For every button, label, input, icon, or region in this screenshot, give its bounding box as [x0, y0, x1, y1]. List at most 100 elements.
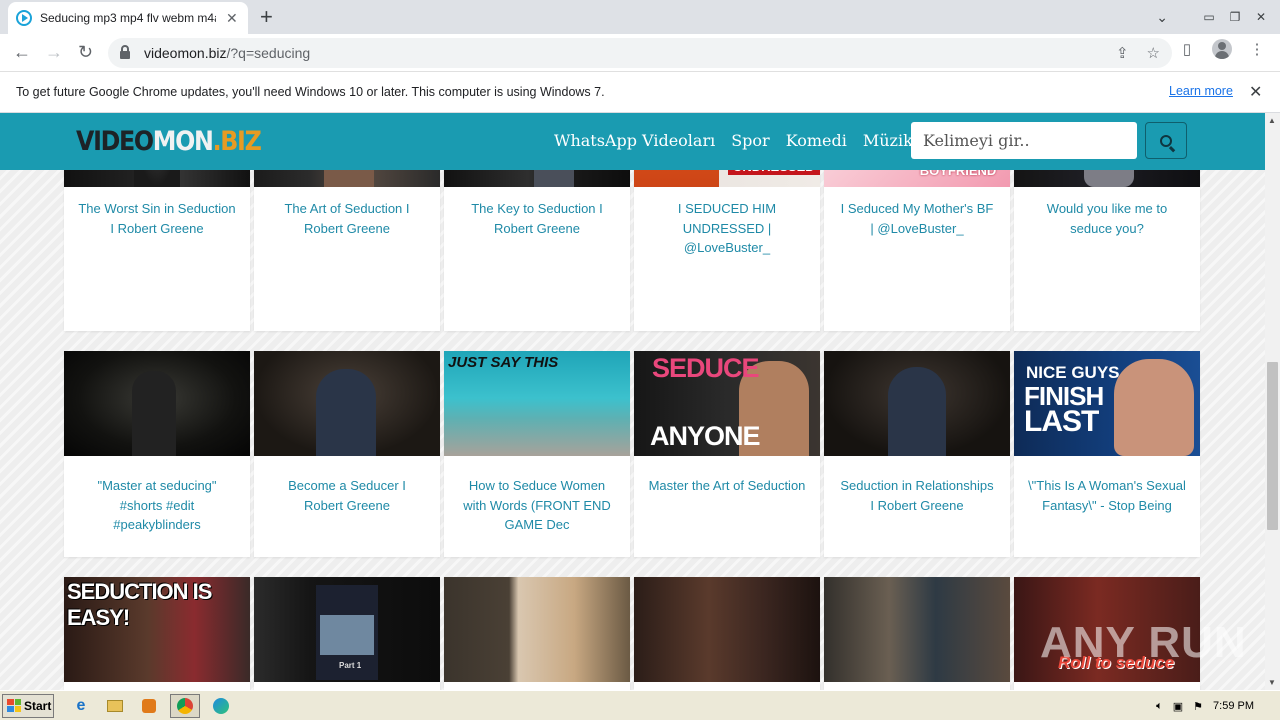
thumbnail-overlay-text: SEDUCE — [652, 353, 760, 383]
nav-whatsapp[interactable]: WhatsApp Videoları — [554, 131, 715, 150]
profile-avatar-icon[interactable] — [1212, 39, 1232, 59]
thumbnail-overlay-text-3: LAST — [1024, 405, 1099, 438]
close-tab-icon[interactable]: ✕ — [226, 10, 238, 27]
close-icon[interactable]: ✕ — [1249, 82, 1262, 102]
scrollbar-thumb[interactable] — [1267, 362, 1278, 530]
url-path: /?q=seducing — [226, 45, 311, 61]
forward-icon[interactable]: → — [45, 42, 63, 63]
video-thumbnail[interactable]: JUST SAY THIS — [444, 351, 630, 456]
search-icon — [1160, 134, 1172, 147]
nav-muzik[interactable]: Müzik — [863, 131, 913, 150]
minimize-icon[interactable]: ▭ — [1196, 7, 1222, 27]
start-label: Start — [24, 698, 52, 713]
ie-icon[interactable]: e — [68, 694, 94, 718]
nav-spor[interactable]: Spor — [731, 131, 769, 150]
tab-title: Seducing mp3 mp4 flv webm m4a hd — [40, 11, 216, 25]
star-icon[interactable]: ☆ — [1147, 44, 1160, 62]
video-card[interactable]: NICE GUYS FINISH LAST \"This Is A Woman'… — [1014, 351, 1200, 557]
video-card[interactable]: SEDUCTION IS EASY! — [64, 577, 250, 690]
windows-logo-icon — [7, 699, 21, 712]
explorer-icon[interactable] — [102, 694, 128, 718]
video-thumbnail[interactable] — [64, 351, 250, 456]
reload-icon[interactable]: ↻ — [78, 42, 93, 63]
system-tray: 🔈︎ ▣ ⚑ 7:59 PM — [1156, 691, 1280, 721]
video-title[interactable]: "Master at seducing" #shorts #edit #peak… — [78, 476, 236, 535]
share-icon[interactable]: ⇪ — [1116, 44, 1129, 62]
scroll-up-icon[interactable]: ▲ — [1268, 116, 1276, 125]
media-player-icon[interactable] — [136, 694, 162, 718]
edge-icon[interactable] — [208, 694, 234, 718]
video-title[interactable]: The Worst Sin in Seduction I Robert Gree… — [78, 199, 236, 238]
restore-icon[interactable]: ❐ — [1222, 7, 1248, 27]
video-card[interactable]: Part 1 — [254, 577, 440, 690]
video-title[interactable]: I Seduced My Mother's BF | @LoveBuster_ — [838, 199, 996, 238]
video-card[interactable] — [444, 577, 630, 690]
search-input[interactable] — [911, 122, 1137, 159]
video-card[interactable]: SEDUCE ANYONE Master the Art of Seductio… — [634, 351, 820, 557]
chevron-down-icon[interactable]: ⌄ — [1156, 9, 1168, 26]
anyrun-watermark: ANY RUN — [1040, 618, 1247, 667]
video-thumbnail[interactable] — [824, 577, 1010, 682]
play-icon — [16, 10, 32, 26]
video-title[interactable]: Become a Seducer I Robert Greene — [268, 476, 426, 515]
start-button[interactable]: Start — [2, 693, 54, 718]
volume-icon[interactable]: 🔈︎ — [1156, 700, 1163, 713]
main-nav: WhatsApp Videoları Spor Komedi Müzik — [554, 131, 913, 150]
thumbnail-overlay-text: Part 1 — [339, 661, 362, 670]
video-card[interactable] — [824, 577, 1010, 690]
video-thumbnail[interactable]: SEDUCTION IS EASY! — [64, 577, 250, 682]
video-thumbnail[interactable] — [634, 577, 820, 682]
url-host: videomon.biz — [144, 45, 227, 61]
video-card[interactable] — [634, 577, 820, 690]
windows-taskbar: Start e 🔈︎ ▣ ⚑ 7:59 PM — [0, 690, 1280, 720]
video-thumbnail[interactable]: Part 1 — [254, 577, 440, 682]
video-title[interactable]: Seduction in Relationships I Robert Gree… — [838, 476, 996, 515]
toolbar-right: ▯ ⋮ — [1176, 38, 1280, 60]
side-panel-icon[interactable]: ▯ — [1176, 38, 1198, 60]
address-bar[interactable]: videomon.biz/?q=seducing ⇪ ☆ — [108, 38, 1172, 68]
browser-toolbar: ← → ↻ videomon.biz/?q=seducing ⇪ ☆ ▯ ⋮ — [0, 34, 1280, 72]
scroll-down-icon[interactable]: ▼ — [1268, 678, 1276, 687]
logo-part-mon: MON — [152, 126, 214, 157]
search-button[interactable] — [1145, 122, 1187, 159]
omnibox-actions: ⇪ ☆ — [1116, 44, 1160, 62]
browser-tab[interactable]: Seducing mp3 mp4 flv webm m4a hd ✕ — [8, 2, 248, 34]
clock[interactable]: 7:59 PM — [1213, 700, 1254, 712]
video-title[interactable]: The Key to Seduction I Robert Greene — [458, 199, 616, 238]
video-card[interactable]: Seduction in Relationships I Robert Gree… — [824, 351, 1010, 557]
video-thumbnail[interactable]: NICE GUYS FINISH LAST — [1014, 351, 1200, 456]
video-thumbnail[interactable] — [444, 577, 630, 682]
nav-komedi[interactable]: Komedi — [786, 131, 847, 150]
video-thumbnail[interactable] — [254, 351, 440, 456]
back-icon[interactable]: ← — [13, 42, 31, 63]
video-title[interactable]: \"This Is A Woman's Sexual Fantasy\" - S… — [1028, 476, 1186, 515]
video-card[interactable]: JUST SAY THIS How to Seduce Women with W… — [444, 351, 630, 557]
video-title[interactable]: How to Seduce Women with Words (FRONT EN… — [458, 476, 616, 535]
thumbnail-overlay-text: JUST SAY THIS — [448, 354, 559, 371]
video-title[interactable]: Would you like me to seduce you? — [1028, 199, 1186, 238]
infobar-message: To get future Google Chrome updates, you… — [16, 85, 605, 99]
video-thumbnail[interactable]: SEDUCE ANYONE — [634, 351, 820, 456]
thumbnail-overlay-text-2: ANYONE — [650, 421, 761, 451]
logo-part-biz: .BIZ — [212, 126, 262, 157]
video-card[interactable]: "Master at seducing" #shorts #edit #peak… — [64, 351, 250, 557]
chrome-icon[interactable] — [170, 693, 200, 718]
video-title[interactable]: I SEDUCED HIM UNDRESSED | @LoveBuster_ — [648, 199, 806, 258]
video-card[interactable]: Become a Seducer I Robert Greene — [254, 351, 440, 557]
update-infobar: To get future Google Chrome updates, you… — [0, 72, 1280, 113]
lock-icon[interactable] — [120, 45, 130, 59]
new-tab-icon[interactable]: + — [260, 6, 273, 28]
site-logo[interactable]: VIDEOMON.BIZ — [76, 125, 262, 159]
network-icon[interactable]: ▣ — [1173, 700, 1183, 713]
close-window-icon[interactable]: ✕ — [1248, 7, 1274, 27]
video-title[interactable]: Master the Art of Seduction — [648, 476, 806, 496]
page-viewport: VIDEOMON.BIZ WhatsApp Videoları Spor Kom… — [0, 113, 1265, 690]
video-title[interactable]: The Art of Seduction I Robert Greene — [268, 199, 426, 238]
flag-icon[interactable]: ⚑ — [1193, 700, 1203, 713]
thumbnail-overlay-text: NICE GUYS — [1026, 363, 1120, 382]
logo-part-video: VIDEO — [76, 126, 154, 157]
video-thumbnail[interactable] — [824, 351, 1010, 456]
thumbnail-overlay-text: SEDUCTION IS EASY! — [67, 579, 212, 630]
menu-icon[interactable]: ⋮ — [1246, 38, 1268, 60]
learn-more-link[interactable]: Learn more — [1169, 84, 1233, 98]
